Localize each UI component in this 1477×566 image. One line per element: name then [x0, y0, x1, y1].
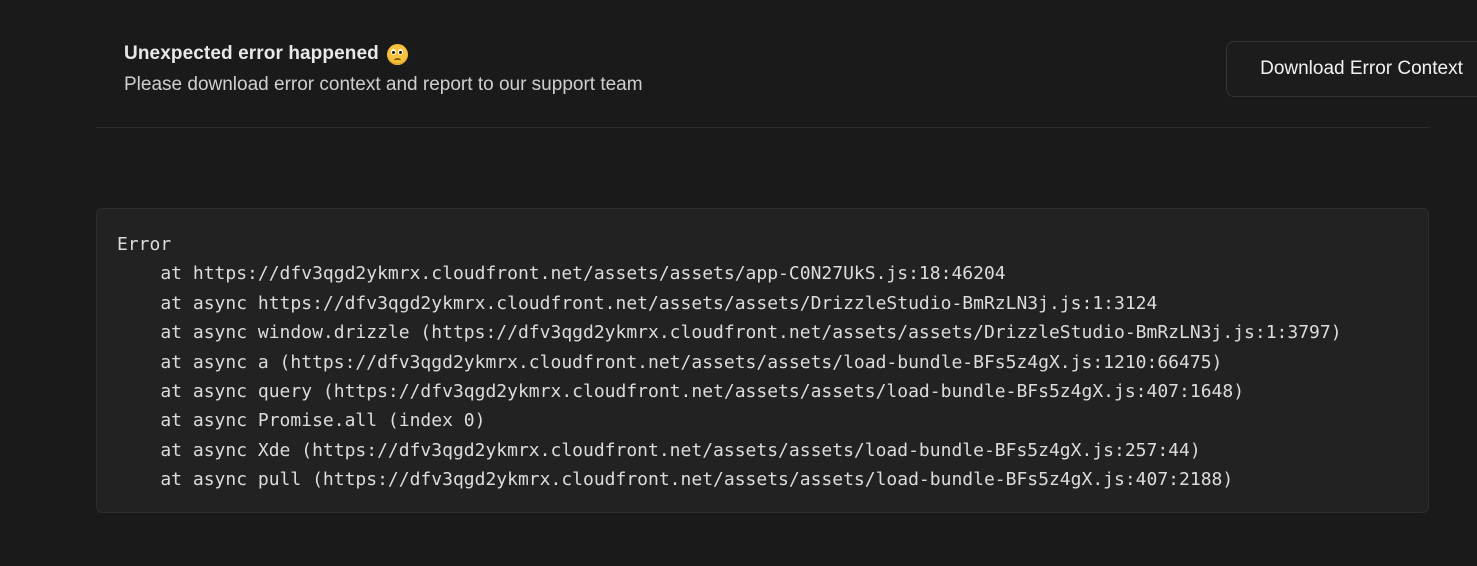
stack-trace-line: at async Xde (https://dfv3qgd2ykmrx.clou… [117, 439, 1201, 461]
stack-trace-line: at async pull (https://dfv3qgd2ykmrx.clo… [117, 469, 1234, 491]
stack-trace-line: at async a (https://dfv3qgd2ykmrx.cloudf… [117, 351, 1223, 373]
download-error-context-button[interactable]: Download Error Context [1226, 41, 1477, 97]
error-header: Unexpected error happened Please downloa… [96, 0, 1477, 128]
stack-trace-line: at https://dfv3qgd2ykmrx.cloudfront.net/… [117, 263, 1006, 285]
error-subtitle: Please download error context and report… [124, 74, 643, 95]
error-title-row: Unexpected error happened [124, 43, 408, 65]
stack-trace-line: at async Promise.all (index 0) [117, 410, 486, 432]
stack-trace-box: Error at https://dfv3qgd2ykmrx.cloudfron… [96, 208, 1429, 513]
confused-face-icon [386, 43, 408, 65]
stack-trace-line: at async window.drizzle (https://dfv3qgd… [117, 322, 1342, 344]
stack-trace-line: at async query (https://dfv3qgd2ykmrx.cl… [117, 381, 1245, 403]
stack-trace-line: Error [117, 234, 172, 255]
error-title: Unexpected error happened [124, 43, 379, 64]
stack-trace-line: at async https://dfv3qgd2ykmrx.cloudfron… [117, 292, 1158, 314]
